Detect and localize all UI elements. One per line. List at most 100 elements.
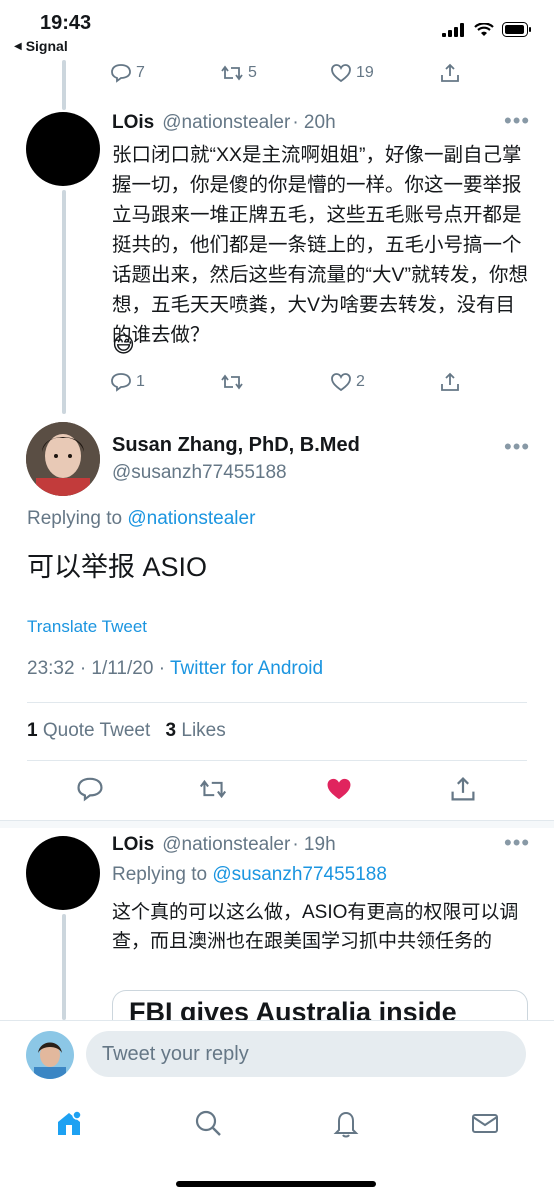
main-avatar[interactable]: [26, 422, 100, 496]
back-app-label: Signal: [25, 38, 68, 54]
tweet-actions: 1 2: [110, 368, 490, 396]
author-handle[interactable]: @nationstealer: [162, 834, 290, 856]
thread-line: [62, 190, 66, 414]
home-indicator[interactable]: [176, 1181, 376, 1187]
tweet-time: · 19h: [292, 834, 336, 855]
reply-button[interactable]: [76, 776, 104, 807]
bottom-nav: [0, 1095, 554, 1155]
like-button[interactable]: 19: [330, 63, 374, 83]
tweet-source-link[interactable]: Twitter for Android: [170, 658, 323, 679]
tweet-header: LOis @nationstealer · 20h: [112, 112, 336, 134]
retweet-button[interactable]: 5: [220, 64, 257, 82]
main-tweet-text: 可以举报 ASIO: [27, 552, 208, 582]
battery-icon: [502, 22, 531, 37]
back-to-app-link[interactable]: ◀ Signal: [14, 38, 68, 54]
share-icon: [441, 372, 459, 391]
status-bar: 19:43 ◀ Signal: [0, 0, 554, 60]
retweet-count: 5: [248, 64, 257, 81]
retweet-button[interactable]: [198, 778, 228, 805]
emoji: 😅: [112, 332, 135, 357]
share-icon: [441, 63, 459, 82]
avatar[interactable]: [26, 836, 100, 910]
share-button[interactable]: [440, 63, 460, 83]
top-tweet-actions: 7 5 19: [110, 60, 490, 86]
likes-count: 3: [165, 720, 177, 741]
avatar[interactable]: [26, 112, 100, 186]
signal-icon: [442, 22, 464, 37]
author-name[interactable]: LOis: [112, 834, 154, 856]
section-divider: [0, 820, 554, 828]
engagement-stats: 1 Quote Tweet 3 Likes: [27, 720, 226, 742]
retweet-icon: [199, 779, 227, 799]
reply-count: 7: [136, 64, 145, 81]
reply-button[interactable]: 1: [110, 372, 145, 392]
replying-prefix: Replying to: [27, 508, 123, 529]
thread-line-top: [62, 60, 66, 110]
heart-filled-icon: [327, 778, 351, 800]
heart-outline-icon: [331, 64, 351, 83]
like-count: 2: [356, 373, 365, 390]
reply-icon: [111, 373, 131, 392]
share-icon: [451, 777, 475, 801]
notifications-icon: [333, 1111, 359, 1137]
quote-count: 1: [27, 720, 38, 741]
retweet-icon: [221, 65, 243, 81]
quote-tweets-link[interactable]: 1 Quote Tweet: [27, 720, 156, 741]
more-options-icon[interactable]: •••: [504, 434, 530, 460]
divider: [27, 760, 527, 761]
status-time: 19:43: [40, 12, 92, 34]
translate-tweet-link[interactable]: Translate Tweet: [27, 617, 147, 637]
author-name[interactable]: LOis: [112, 112, 154, 134]
reply-count: 1: [136, 373, 145, 390]
retweet-button[interactable]: [220, 373, 244, 391]
more-options-icon[interactable]: •••: [504, 830, 530, 856]
reply-bar: Tweet your reply: [0, 1020, 554, 1086]
like-button[interactable]: 2: [330, 372, 365, 392]
tweet-text: 张口闭口就“XX是主流啊姐姐”，好像一副自己掌握一切，你是傻的你是懵的一样。你这…: [112, 144, 528, 346]
replying-to-link[interactable]: @susanzh77455188: [212, 864, 387, 885]
more-options-icon[interactable]: •••: [504, 108, 530, 134]
retweet-icon: [221, 374, 243, 390]
tweet-metadata: 23:32 · 1/11/20 · Twitter for Android: [27, 658, 323, 680]
replying-to-link[interactable]: @nationstealer: [127, 508, 255, 529]
tweet-text: 这个真的可以这么做，ASIO有更高的权限可以调查，而且澳洲也在跟美国学习抓中共领…: [112, 902, 519, 952]
nav-messages[interactable]: [470, 1108, 500, 1143]
like-button[interactable]: [325, 776, 353, 807]
likes-label: Likes: [181, 720, 226, 741]
home-icon: [58, 1109, 82, 1135]
reply-placeholder: Tweet your reply: [102, 1042, 249, 1065]
tweet-timestamp: 23:32 · 1/11/20 ·: [27, 658, 166, 679]
likes-link[interactable]: 3 Likes: [166, 720, 226, 741]
main-author-name[interactable]: Susan Zhang, PhD, B.Med: [112, 434, 360, 457]
author-handle[interactable]: @nationstealer: [162, 112, 290, 134]
nav-search[interactable]: [193, 1108, 223, 1143]
share-button[interactable]: [450, 776, 476, 807]
replying-to: Replying to @nationstealer: [27, 508, 255, 530]
reply-icon: [111, 64, 131, 83]
nav-notifications[interactable]: [331, 1108, 361, 1143]
divider: [27, 702, 527, 703]
search-icon: [195, 1110, 221, 1136]
reply-button[interactable]: 7: [110, 63, 145, 83]
tweet-header: LOis @nationstealer · 19h: [112, 834, 336, 856]
nav-home[interactable]: [54, 1108, 84, 1143]
reply-input[interactable]: Tweet your reply: [86, 1031, 526, 1077]
back-triangle-icon: ◀: [14, 40, 22, 52]
quote-label: Quote Tweet: [42, 720, 151, 741]
system-icons: [442, 22, 532, 37]
user-avatar[interactable]: [26, 1031, 74, 1079]
thread-line: [62, 914, 66, 1020]
messages-icon: [471, 1113, 498, 1133]
reply-icon: [77, 777, 103, 802]
wifi-icon: [474, 22, 494, 36]
tweet-time: · 20h: [292, 112, 336, 133]
share-button[interactable]: [440, 372, 460, 392]
replying-prefix: Replying to: [112, 864, 208, 885]
like-count: 19: [356, 64, 374, 81]
user-avatar-photo: [26, 1031, 74, 1079]
profile-photo: [26, 422, 100, 496]
replying-to: Replying to @susanzh77455188: [112, 864, 387, 886]
main-author-handle[interactable]: @susanzh77455188: [112, 462, 287, 484]
main-tweet-actions: [0, 772, 554, 808]
heart-outline-icon: [331, 373, 351, 392]
